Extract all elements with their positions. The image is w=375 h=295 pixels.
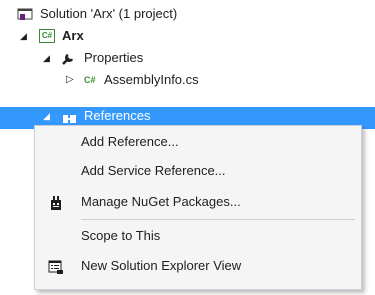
wrench-icon <box>60 51 76 65</box>
menu-item-new-solution-explorer-view[interactable]: New Solution Explorer View <box>35 253 361 279</box>
solution-explorer-view-icon <box>48 258 64 274</box>
menu-item-label: Add Service Reference... <box>81 163 226 178</box>
properties-label: Properties <box>84 50 144 65</box>
collapsed-arrow-icon[interactable]: ▷ <box>66 69 74 91</box>
expanded-arrow-icon[interactable]: ◢ <box>20 25 27 47</box>
project-label: Arx <box>62 28 84 43</box>
menu-item-manage-nuget[interactable]: Manage NuGet Packages... <box>35 189 361 215</box>
menu-item-label: Add Reference... <box>81 134 179 149</box>
nuget-package-icon <box>48 194 64 210</box>
expanded-arrow-icon[interactable]: ◢ <box>43 107 50 125</box>
menu-separator <box>81 219 355 220</box>
menu-item-label: Scope to This <box>81 228 161 243</box>
menu-item-label: Manage NuGet Packages... <box>81 194 241 209</box>
csharp-file-icon: C# <box>84 75 96 85</box>
tree-item-project-arx[interactable]: ◢ C# Arx <box>0 25 375 47</box>
solution-icon <box>17 7 33 21</box>
menu-item-scope-to-this[interactable]: Scope to This <box>35 223 361 249</box>
menu-item-label: New Solution Explorer View <box>81 258 242 273</box>
expanded-arrow-icon[interactable]: ◢ <box>43 47 50 69</box>
csharp-project-icon: C# <box>39 29 55 43</box>
context-menu: Add Reference... Add Service Reference..… <box>34 125 362 290</box>
tree-item-properties[interactable]: ◢ Properties <box>0 47 375 69</box>
references-label: References <box>84 108 151 123</box>
solution-label: Solution 'Arx' (1 project) <box>40 6 178 21</box>
assemblyinfo-label: AssemblyInfo.cs <box>104 72 199 87</box>
references-icon <box>62 110 78 123</box>
menu-item-add-service-reference[interactable]: Add Service Reference... <box>35 158 361 184</box>
tree-item-assemblyinfo[interactable]: ▷ C# AssemblyInfo.cs <box>0 69 375 91</box>
tree-item-solution[interactable]: Solution 'Arx' (1 project) <box>0 3 375 25</box>
menu-item-add-reference[interactable]: Add Reference... <box>35 129 361 155</box>
